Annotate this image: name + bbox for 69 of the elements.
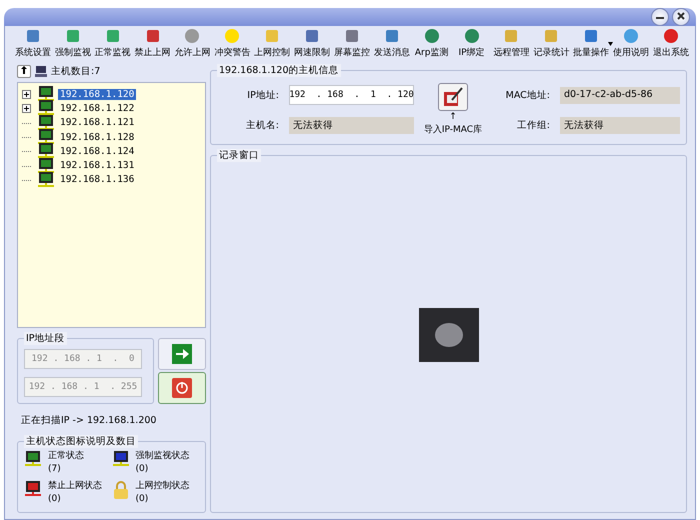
group-title: IP地址段 (24, 332, 67, 345)
toolbar-button[interactable]: 远程管理 (492, 28, 532, 62)
computer-icon (37, 156, 55, 175)
field-label: 工作组: (516, 119, 551, 132)
computer-icon (24, 480, 42, 498)
close-button[interactable] (672, 8, 690, 26)
group-title: 主机状态图标说明及数目 (24, 435, 138, 448)
host-tree-item[interactable]: 192.168.1.136 (58, 174, 136, 186)
up-arrow-icon (21, 66, 27, 74)
power-icon (172, 378, 192, 398)
legend-label: 禁止上网状态 (0) (48, 480, 102, 506)
host-count: 主机数目:7 (51, 64, 100, 78)
stop-scan-button[interactable] (158, 372, 206, 404)
up-button[interactable] (17, 64, 31, 78)
toolbar-button[interactable]: IP绑定 (452, 28, 492, 62)
computer-icon (35, 66, 47, 76)
toolbar-button[interactable]: 允许上网 (172, 28, 212, 62)
toolbar-button[interactable]: 记录统计 (531, 28, 572, 62)
computer-icon (37, 170, 55, 189)
pen-book-icon (442, 86, 464, 108)
toolbar-button[interactable]: 上网控制 (252, 28, 292, 62)
toolbar-button[interactable]: 禁止上网 (132, 28, 172, 62)
legend-label: 上网控制状态 (0) (136, 480, 190, 506)
toolbar-button[interactable]: 系统设置 (13, 28, 53, 62)
hostname-field: 无法获得 (289, 117, 414, 134)
toolbar-button[interactable]: 屏幕监控 (332, 28, 372, 62)
toolbar-button[interactable]: 发送消息 (372, 28, 412, 62)
field-label: IP地址: (246, 88, 280, 102)
toolbar-button[interactable]: 正常监视 (92, 28, 133, 62)
host-tree-item[interactable]: 192.168.1.122 (58, 102, 136, 114)
host-tree-item[interactable]: 192.168.1.128 (58, 132, 136, 143)
field-label: 主机名: (244, 119, 280, 132)
toolbar-button[interactable]: Arp监测 (412, 28, 452, 62)
start-scan-button[interactable] (158, 338, 206, 370)
computer-icon (37, 99, 55, 118)
import-label: 导入IP-MAC库 (424, 124, 482, 136)
host-tree-item[interactable]: 192.168.1.121 (58, 117, 136, 128)
legend-label: 正常状态 (7) (48, 450, 84, 476)
host-tree-item[interactable]: 192.168.1.131 (58, 160, 136, 172)
legend-label: 强制监视状态 (0) (136, 450, 190, 476)
import-button[interactable] (438, 83, 468, 111)
workgroup-field: 无法获得 (560, 117, 680, 134)
computer-icon (37, 128, 55, 146)
toolbar-button[interactable]: 强制监视 (52, 28, 93, 62)
computer-icon (112, 450, 130, 468)
expand-icon[interactable] (22, 90, 31, 99)
ip-address-field[interactable]: 192 . 168 . 1 . 120 (289, 85, 414, 105)
host-tree-item[interactable]: 192.168.1.124 (58, 146, 136, 157)
import-arrow: ↑ (449, 112, 457, 122)
field-label: MAC地址: (504, 88, 551, 102)
computer-icon (37, 85, 55, 104)
computer-icon (37, 114, 55, 132)
group-title: 192.168.1.120的主机信息 (217, 64, 341, 77)
expand-icon[interactable] (22, 104, 31, 113)
computer-icon (24, 450, 42, 468)
minimize-button[interactable] (651, 8, 669, 26)
computer-icon (37, 142, 55, 160)
mac-field: d0-17-c2-ab-d5-86 (560, 86, 680, 104)
photo-placeholder (418, 308, 478, 362)
toolbar-button[interactable]: 冲突警告 (212, 28, 252, 62)
toolbar-button[interactable]: 退出系统 (651, 28, 691, 62)
group-title: 记录窗口 (217, 149, 261, 162)
toolbar-button[interactable]: 网速限制 (292, 28, 332, 62)
host-tree-item[interactable]: 192.168.1.120 (58, 88, 136, 100)
close-icon (677, 12, 685, 20)
scan-status: 正在扫描IP -> 192.168.1.200 (20, 414, 158, 428)
padlock-icon (112, 480, 130, 500)
toolbar-button[interactable]: 使用说明 (611, 28, 651, 62)
toolbar-button[interactable]: 批量操作 (571, 28, 612, 62)
